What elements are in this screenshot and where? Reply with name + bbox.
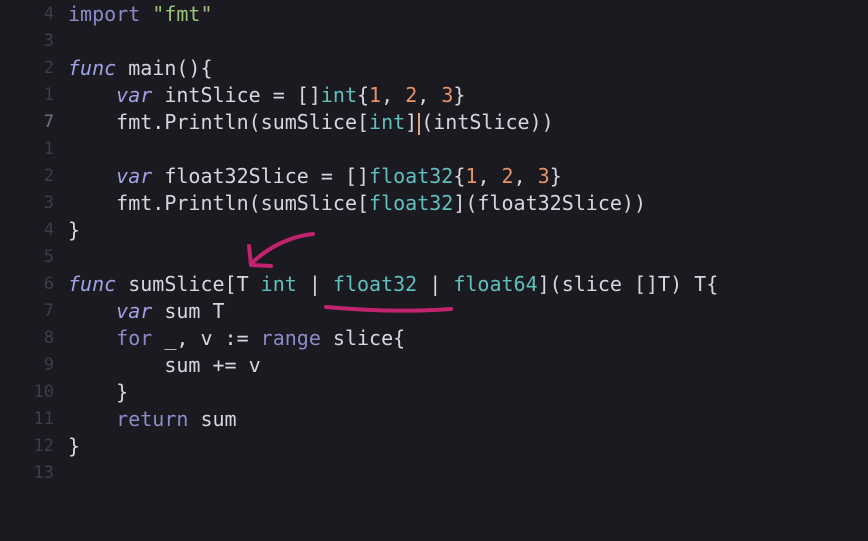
line-number: 7	[43, 112, 54, 132]
code-token-plain: sum T	[152, 299, 225, 323]
code-text: var float32Slice = []float32{1, 2, 3}	[68, 163, 562, 190]
line-number: 1	[43, 139, 54, 159]
code-token-plain: main(){	[116, 56, 213, 80]
code-token-type: float32	[369, 164, 454, 188]
code-text: for _, v := range slice{	[68, 325, 405, 352]
code-token-plain: }	[68, 218, 81, 242]
line-number: 2	[43, 58, 54, 78]
line-number: 1	[43, 85, 54, 105]
code-text: func sumSlice[T int | float32 | float64]…	[68, 271, 718, 298]
code-token-plain: ,	[477, 164, 502, 188]
code-token-num: 3	[441, 83, 454, 107]
code-token-plain: {	[357, 83, 370, 107]
line-number: 4	[43, 4, 54, 24]
code-token-plain: ](slice []T) T{	[537, 272, 719, 296]
line-number: 6	[43, 274, 54, 294]
code-text: sum += v	[68, 352, 261, 379]
code-text: }	[68, 217, 80, 244]
code-token-plain: |	[296, 272, 333, 296]
code-token-plain: sum += v	[68, 353, 261, 377]
code-text: var sum T	[68, 298, 225, 325]
code-token-type: float32	[332, 272, 418, 296]
code-text: var intSlice = []int{1, 2, 3}	[68, 82, 465, 109]
code-token-num: 2	[405, 83, 418, 107]
code-text: }	[68, 433, 80, 460]
code-token-plain: ,	[513, 164, 538, 188]
code-token-plain: ](float32Slice))	[453, 191, 646, 215]
code-token-kwi: func	[68, 272, 117, 296]
code-token-type: int	[369, 110, 406, 134]
code-token-plain: (intSlice))	[421, 110, 554, 134]
code-text: }	[68, 379, 128, 406]
code-token-plain: sumSlice[T	[116, 272, 261, 296]
code-token-plain: }	[453, 83, 466, 107]
code-token-kw: import	[68, 2, 141, 26]
code-text: fmt.Println(sumSlice[float32](float32Sli…	[68, 190, 646, 217]
line-number: 8	[43, 328, 54, 348]
code-token-plain: }	[68, 380, 129, 404]
code-token-type: float32	[369, 191, 454, 215]
code-token-num: 1	[465, 164, 478, 188]
code-token-kw: return	[116, 407, 189, 431]
code-token-plain: float32Slice = []	[152, 164, 370, 188]
line-number: 2	[43, 166, 54, 186]
code-token-plain: ]	[405, 110, 418, 134]
line-number: 4	[43, 220, 54, 240]
underline-annotation	[324, 305, 453, 313]
code-token-type: int	[260, 272, 297, 296]
code-token-kw: for	[116, 326, 153, 350]
code-token-plain: intSlice = []	[152, 83, 321, 107]
code-token-type: float64	[453, 272, 538, 296]
line-number: 7	[43, 301, 54, 321]
code-token-plain: |	[417, 272, 454, 296]
code-token-plain: ,	[381, 83, 406, 107]
code-text: func main(){	[68, 55, 213, 82]
code-token-num: 1	[369, 83, 382, 107]
line-number: 5	[43, 247, 54, 267]
code-token-kwi: var	[116, 83, 153, 107]
arrow-head-annotation	[247, 244, 273, 268]
code-token-plain: {	[453, 164, 466, 188]
code-token-plain: fmt.Println(sumSlice[	[68, 110, 370, 134]
line-number: 9	[43, 355, 54, 375]
code-text: import "fmt"	[68, 1, 213, 28]
code-token-type: int	[320, 83, 357, 107]
text-cursor	[418, 112, 421, 135]
code-token-kwi: var	[116, 164, 153, 188]
line-number: 12	[33, 436, 54, 456]
code-token-plain: }	[549, 164, 562, 188]
code-token-str: "fmt"	[152, 2, 213, 26]
code-token-kwi: func	[68, 56, 117, 80]
code-token-num: 3	[537, 164, 550, 188]
code-token-num: 2	[501, 164, 514, 188]
code-token-plain: _, v :=	[152, 326, 261, 350]
code-token-kwi: var	[116, 299, 153, 323]
code-text: fmt.Println(sumSlice[int] (intSlice))	[68, 109, 554, 136]
code-token-plain: fmt.Println(sumSlice[	[68, 191, 370, 215]
line-number: 10	[33, 382, 54, 402]
code-token-plain: ,	[417, 83, 442, 107]
code-token-plain: sum	[188, 407, 237, 431]
line-number: 13	[33, 463, 54, 483]
code-editor[interactable]: 4 import "fmt" 3 2 func main(){1 var intSlic…	[0, 0, 868, 541]
line-number: 11	[33, 409, 54, 429]
code-text: return sum	[68, 406, 237, 433]
code-token-plain: slice{	[320, 326, 406, 350]
line-number: 3	[43, 193, 54, 213]
arrow-annotation	[251, 232, 315, 264]
code-token-kw: range	[260, 326, 321, 350]
code-token-plain: }	[68, 434, 81, 458]
line-number: 3	[43, 31, 54, 51]
